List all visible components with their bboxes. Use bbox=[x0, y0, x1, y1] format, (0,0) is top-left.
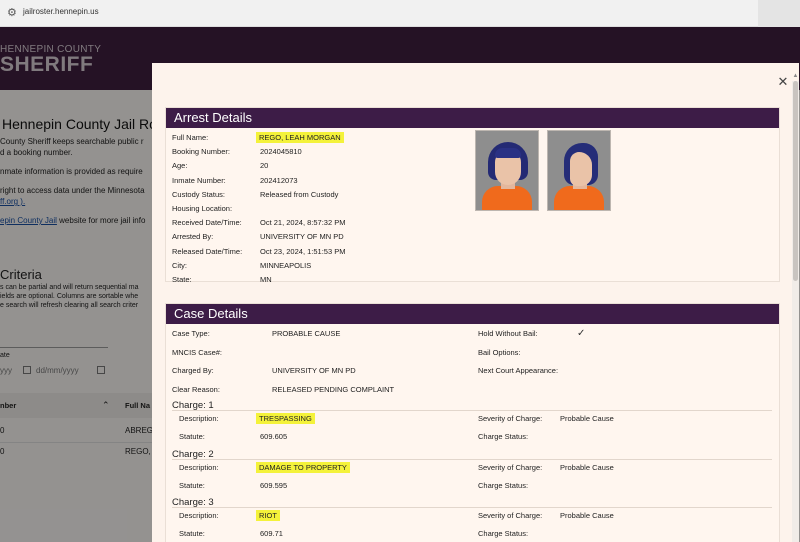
severity-value: Probable Cause bbox=[560, 511, 614, 520]
case-label: Hold Without Bail: bbox=[478, 329, 538, 338]
arrest-details-card: Arrest Details Full Name: REGO, LEAH MORG… bbox=[165, 107, 780, 284]
browser-address-bar[interactable]: ⚙ jailroster.hennepin.us bbox=[0, 0, 800, 27]
charge-description: RIOT bbox=[256, 510, 280, 521]
field-label: Arrested By: bbox=[172, 232, 214, 242]
severity-label: Severity of Charge: bbox=[478, 463, 543, 472]
scroll-up-icon[interactable]: ▲ bbox=[792, 73, 799, 80]
address-url[interactable]: jailroster.hennepin.us bbox=[23, 7, 99, 16]
charge-divider bbox=[172, 507, 772, 508]
scrollbar-thumb[interactable] bbox=[793, 81, 798, 281]
field-value: 20 bbox=[260, 161, 269, 171]
field-value: UNIVERSITY OF MN PD bbox=[260, 232, 344, 242]
case-details-title: Case Details bbox=[166, 304, 779, 324]
statute-label: Statute: bbox=[179, 529, 205, 538]
case-label: Clear Reason: bbox=[172, 385, 220, 394]
site-settings-icon[interactable]: ⚙ bbox=[7, 7, 19, 19]
field-value: 2024045810 bbox=[260, 147, 302, 157]
mugshot-front[interactable] bbox=[475, 130, 539, 211]
case-value: UNIVERSITY OF MN PD bbox=[272, 366, 356, 375]
field-label: Custody Status: bbox=[172, 189, 225, 199]
severity-label: Severity of Charge: bbox=[478, 511, 543, 520]
field-value: REGO, LEAH MORGAN bbox=[256, 132, 344, 143]
field-label: Housing Location: bbox=[172, 204, 233, 213]
charge-status-label: Charge Status: bbox=[478, 481, 529, 490]
field-value: Oct 23, 2024, 1:51:53 PM bbox=[260, 246, 346, 256]
statute-value: 609.605 bbox=[260, 432, 288, 441]
field-label: Received Date/Time: bbox=[172, 218, 242, 228]
field-value: MN bbox=[260, 275, 272, 284]
field-label: Booking Number: bbox=[172, 147, 230, 157]
description-label: Description: bbox=[179, 414, 219, 423]
case-value: RELEASED PENDING COMPLAINT bbox=[272, 385, 395, 394]
charge-description: DAMAGE TO PROPERTY bbox=[256, 462, 350, 473]
case-label: Next Court Appearance: bbox=[478, 366, 559, 375]
charge-divider bbox=[172, 410, 772, 411]
field-value: Released from Custody bbox=[260, 189, 339, 199]
statute-value: 609.71 bbox=[260, 529, 283, 538]
statute-label: Statute: bbox=[179, 481, 205, 490]
field-label: Full Name: bbox=[172, 133, 209, 142]
charge-description: TRESPASSING bbox=[256, 413, 315, 424]
case-value: PROBABLE CAUSE bbox=[272, 329, 341, 338]
case-label: Bail Options: bbox=[478, 348, 521, 357]
mugshot-profile[interactable] bbox=[547, 130, 611, 211]
field-label: Inmate Number: bbox=[172, 175, 226, 185]
close-icon[interactable]: ✕ bbox=[776, 75, 790, 89]
inmate-details-modal: ✕ ▲ Arrest Details Full Name: REGO, LEAH … bbox=[152, 63, 799, 542]
checkmark-icon: ✓ bbox=[577, 328, 586, 339]
field-label: State: bbox=[172, 275, 192, 284]
severity-label: Severity of Charge: bbox=[478, 414, 543, 423]
description-label: Description: bbox=[179, 511, 219, 520]
modal-scrollbar[interactable]: ▲ bbox=[792, 73, 799, 542]
field-value: 202412073 bbox=[260, 175, 298, 185]
statute-label: Statute: bbox=[179, 432, 205, 441]
case-label: MNCIS Case#: bbox=[172, 348, 223, 357]
field-value: Oct 21, 2024, 8:57:32 PM bbox=[260, 218, 346, 228]
severity-value: Probable Cause bbox=[560, 414, 614, 423]
severity-value: Probable Cause bbox=[560, 463, 614, 472]
field-label: Released Date/Time: bbox=[172, 246, 243, 256]
case-label: Charged By: bbox=[172, 366, 214, 375]
field-label: City: bbox=[172, 260, 187, 270]
charge-status-label: Charge Status: bbox=[478, 529, 529, 538]
statute-value: 609.595 bbox=[260, 481, 288, 490]
case-label: Case Type: bbox=[172, 329, 210, 338]
charge-status-label: Charge Status: bbox=[478, 432, 529, 441]
arrest-details-title: Arrest Details bbox=[166, 108, 779, 128]
case-details-card: Case Details Case Type: PROBABLE CAUSE MNC… bbox=[165, 303, 780, 542]
field-value: MINNEAPOLIS bbox=[260, 260, 312, 270]
charge-divider bbox=[172, 459, 772, 460]
field-label: Age: bbox=[172, 161, 188, 171]
browser-corner bbox=[758, 0, 800, 27]
description-label: Description: bbox=[179, 463, 219, 472]
